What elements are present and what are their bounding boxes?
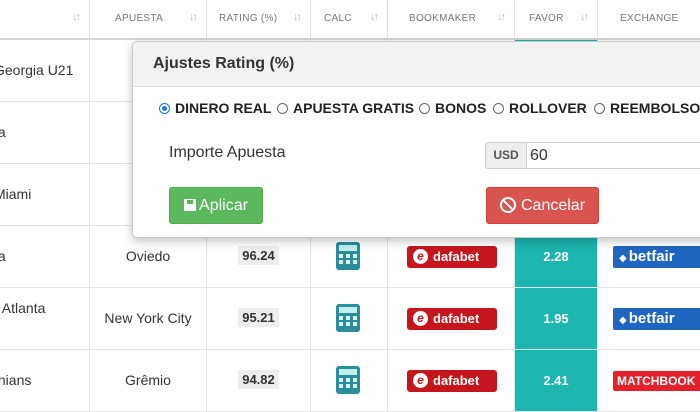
calc-cell bbox=[311, 350, 388, 411]
dafabet-logo[interactable]: e dafabet bbox=[407, 370, 497, 392]
option-reembolso[interactable]: REEMBOLSO bbox=[594, 100, 700, 116]
currency-addon: USD bbox=[485, 142, 527, 169]
team-cell: ía bbox=[0, 226, 90, 287]
cancel-button[interactable]: Cancelar bbox=[486, 187, 599, 224]
sort-icon[interactable]: ↓↑ bbox=[72, 11, 81, 23]
sort-icon[interactable]: ↓↑ bbox=[293, 11, 302, 23]
bookmaker-cell: e dafabet bbox=[388, 350, 515, 411]
header-rating[interactable]: RATING (%) ↓↑ bbox=[207, 0, 311, 38]
calculator-icon[interactable] bbox=[336, 304, 360, 332]
sort-icon[interactable]: ↓↑ bbox=[580, 11, 589, 23]
table-row: r Atlanta New York City 95.21 edafabet 1… bbox=[0, 288, 700, 350]
exchange-cell: MATCHBOOK bbox=[598, 350, 700, 411]
amount-input[interactable] bbox=[526, 142, 700, 169]
bet-cell: New York City bbox=[90, 288, 207, 349]
table-header: ↓↑ APUESTA ↓↑ RATING (%) ↓↑ CALC ↓↑ BOOK… bbox=[0, 0, 700, 40]
modal-header: Ajustes Rating (%) bbox=[133, 42, 700, 87]
radio-icon[interactable] bbox=[277, 102, 288, 114]
option-apuesta-gratis[interactable]: APUESTA GRATIS bbox=[277, 100, 414, 116]
rating-cell: 94.82 bbox=[207, 350, 311, 411]
betfair-logo[interactable]: ◆ betfair bbox=[613, 308, 700, 330]
header-apuesta[interactable]: APUESTA ↓↑ bbox=[90, 0, 207, 38]
calc-cell bbox=[311, 288, 388, 349]
dafabet-logo[interactable]: e dafabet bbox=[407, 308, 497, 330]
option-bonos[interactable]: BONOS bbox=[419, 100, 486, 116]
option-rollover[interactable]: ROLLOVER bbox=[493, 100, 587, 116]
team-cell: ía bbox=[0, 102, 90, 163]
team-cell: Georgia U21 bbox=[0, 40, 90, 101]
betfair-logo[interactable]: ◆ betfair bbox=[613, 246, 700, 268]
table-row: thians Grêmio 94.82 edafabet 2.41 MATCHB… bbox=[0, 350, 700, 412]
favor-cell: 2.41 bbox=[515, 350, 598, 411]
header-bookmaker[interactable]: BOOKMAKER ↓↑ bbox=[388, 0, 515, 38]
calculator-icon[interactable] bbox=[336, 242, 360, 270]
bet-cell: Grêmio bbox=[90, 350, 207, 411]
dafabet-e-icon: e bbox=[413, 249, 428, 264]
header-favor[interactable]: FAVOR ↓↑ bbox=[515, 0, 598, 38]
calculator-icon[interactable] bbox=[336, 366, 360, 394]
dafabet-logo[interactable]: e dafabet bbox=[407, 246, 497, 268]
radio-icon[interactable] bbox=[594, 102, 605, 114]
amount-label: Importe Apuesta bbox=[169, 144, 286, 161]
radio-icon[interactable] bbox=[493, 102, 504, 114]
matchbook-logo[interactable]: MATCHBOOK bbox=[613, 371, 700, 391]
radio-selected-icon[interactable] bbox=[159, 102, 170, 114]
betfair-arrow-icon: ◆ bbox=[619, 315, 627, 326]
sort-icon[interactable]: ↓↑ bbox=[370, 11, 379, 23]
apply-button[interactable]: Aplicar bbox=[169, 187, 263, 224]
header-event[interactable]: ↓↑ bbox=[0, 0, 90, 38]
rating-settings-modal: Ajustes Rating (%) DINERO REAL APUESTA G… bbox=[132, 41, 700, 238]
bookmaker-cell: e dafabet bbox=[388, 288, 515, 349]
radio-icon[interactable] bbox=[419, 102, 430, 114]
team-cell: Miami bbox=[0, 164, 90, 225]
option-dinero-real[interactable]: DINERO REAL bbox=[159, 100, 271, 116]
header-exchange[interactable]: EXCHANGE bbox=[598, 0, 700, 38]
modal-title: Ajustes Rating (%) bbox=[153, 55, 295, 72]
sort-icon[interactable]: ↓↑ bbox=[497, 11, 506, 23]
rating-cell: 95.21 bbox=[207, 288, 311, 349]
header-calc[interactable]: CALC ↓↑ bbox=[311, 0, 388, 38]
ban-icon bbox=[499, 197, 516, 213]
team-cell: thians bbox=[0, 350, 90, 411]
dafabet-e-icon: e bbox=[413, 311, 428, 326]
dafabet-e-icon: e bbox=[413, 373, 428, 388]
betfair-arrow-icon: ◆ bbox=[619, 253, 627, 264]
save-icon bbox=[184, 199, 197, 211]
favor-cell: 1.95 bbox=[515, 288, 598, 349]
exchange-cell: ◆ betfair bbox=[598, 288, 700, 349]
sort-icon[interactable]: ↓↑ bbox=[189, 11, 198, 23]
team-cell: r Atlanta bbox=[0, 288, 90, 349]
